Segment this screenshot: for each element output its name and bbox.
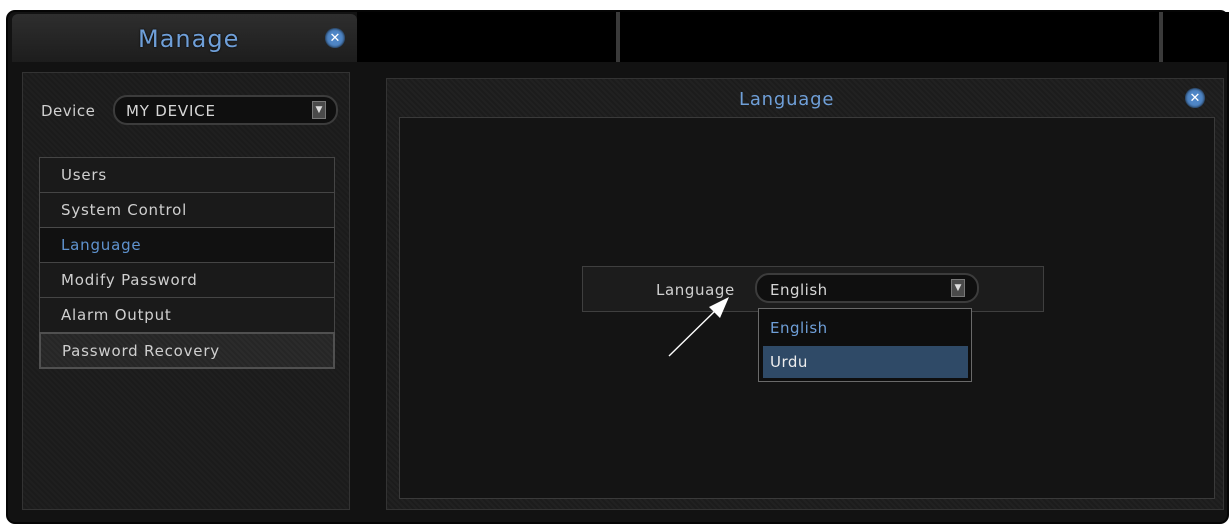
sidebar-item-language[interactable]: Language xyxy=(39,227,335,262)
panel-body: Language English ▼ English Urdu xyxy=(399,117,1215,499)
close-icon: ✕ xyxy=(329,30,341,46)
dropdown-option-english[interactable]: English xyxy=(763,312,968,344)
annotation-arrow-icon xyxy=(668,297,729,357)
language-select-value: English xyxy=(770,281,828,299)
sidebar-item-password-recovery[interactable]: Password Recovery xyxy=(39,332,335,369)
top-toolbar xyxy=(357,12,1229,62)
device-label: Device xyxy=(41,102,96,120)
device-select[interactable]: MY DEVICE ▼ xyxy=(113,95,338,125)
language-panel: Language ✕ Language English ▼ English Ur… xyxy=(386,78,1224,510)
dropdown-arrow-icon[interactable]: ▼ xyxy=(951,279,965,297)
device-select-value: MY DEVICE xyxy=(126,102,216,120)
device-row: Device MY DEVICE ▼ xyxy=(23,95,349,125)
dropdown-arrow-icon[interactable]: ▼ xyxy=(312,101,326,119)
sidebar-item-users[interactable]: Users xyxy=(39,157,335,192)
sidebar-item-system-control[interactable]: System Control xyxy=(39,192,335,227)
manage-header: Manage ✕ xyxy=(12,14,357,62)
close-panel-button[interactable]: ✕ xyxy=(1185,88,1205,108)
language-dropdown-list: English Urdu xyxy=(758,308,972,382)
toolbar-divider xyxy=(1159,12,1163,62)
window-title: Manage xyxy=(138,25,240,53)
close-icon: ✕ xyxy=(1189,90,1201,106)
sidebar-item-alarm-output[interactable]: Alarm Output xyxy=(39,297,335,332)
sidebar: Device MY DEVICE ▼ Users System Control … xyxy=(22,72,350,510)
toolbar-divider xyxy=(616,12,620,62)
language-select[interactable]: English ▼ xyxy=(755,273,979,303)
sidebar-item-modify-password[interactable]: Modify Password xyxy=(39,262,335,297)
sidebar-menu: Users System Control Language Modify Pas… xyxy=(39,157,335,369)
panel-title: Language xyxy=(739,89,835,110)
close-manage-button[interactable]: ✕ xyxy=(325,28,345,48)
language-row: Language English ▼ xyxy=(582,266,1044,312)
dropdown-option-urdu[interactable]: Urdu xyxy=(763,346,968,378)
